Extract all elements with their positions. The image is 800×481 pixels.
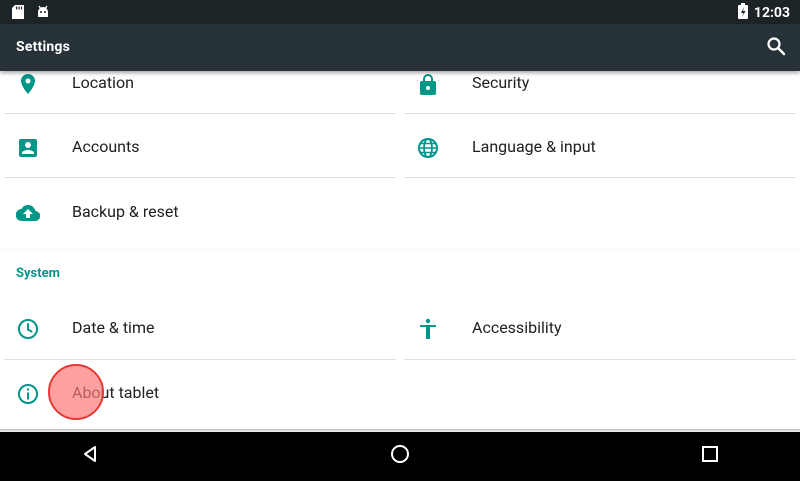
status-time: 12:03: [753, 5, 790, 21]
settings-item-accounts[interactable]: Accounts: [0, 115, 400, 179]
divider: [4, 177, 396, 178]
divider: [4, 359, 396, 360]
settings-item-date-time[interactable]: Date & time: [0, 296, 400, 360]
lock-icon: [416, 72, 440, 96]
settings-item-language[interactable]: Language & input: [400, 115, 800, 179]
system-card: System Date & time Accessibility About t…: [0, 249, 800, 429]
touch-indicator: [48, 364, 104, 420]
settings-item-label: Accounts: [72, 137, 140, 156]
status-bar: 12:03: [0, 0, 800, 24]
back-icon: [80, 444, 100, 468]
status-left-icons: [12, 4, 50, 23]
accessibility-icon: [416, 317, 440, 341]
search-button[interactable]: [762, 34, 790, 62]
settings-item-label: Language & input: [472, 137, 596, 156]
recents-icon: [701, 445, 719, 467]
recents-button[interactable]: [698, 444, 722, 468]
settings-item-label: Security: [472, 73, 530, 92]
settings-item-label: Date & time: [72, 318, 155, 337]
status-right: 12:03: [737, 3, 790, 23]
settings-item-label: Backup & reset: [72, 202, 179, 221]
divider: [4, 113, 396, 114]
page-title: Settings: [16, 39, 70, 55]
battery-charging-icon: [737, 3, 748, 23]
home-button[interactable]: [388, 444, 412, 468]
sd-card-icon: [12, 4, 24, 23]
app-toolbar: Settings: [0, 24, 800, 71]
settings-item-label: Accessibility: [472, 318, 562, 337]
navigation-bar: [0, 432, 800, 481]
android-debug-icon: [36, 4, 50, 23]
account-box-icon: [16, 136, 40, 160]
back-button[interactable]: [78, 444, 102, 468]
settings-item-security[interactable]: Security: [400, 71, 800, 115]
globe-icon: [416, 136, 440, 160]
divider: [404, 177, 796, 178]
settings-item-accessibility[interactable]: Accessibility: [400, 296, 800, 360]
divider: [404, 113, 796, 114]
location-pin-icon: [16, 72, 40, 96]
settings-list[interactable]: Location Security Accounts Language & in…: [0, 71, 800, 432]
cloud-upload-icon: [16, 201, 40, 225]
settings-item-backup[interactable]: Backup & reset: [0, 180, 400, 244]
home-icon: [389, 443, 411, 469]
search-icon: [766, 36, 786, 60]
divider: [404, 359, 796, 360]
settings-item-label: Location: [72, 73, 134, 92]
info-icon: [16, 382, 40, 406]
clock-icon: [16, 317, 40, 341]
section-header-system: System: [16, 266, 60, 281]
settings-item-location[interactable]: Location: [0, 71, 400, 115]
